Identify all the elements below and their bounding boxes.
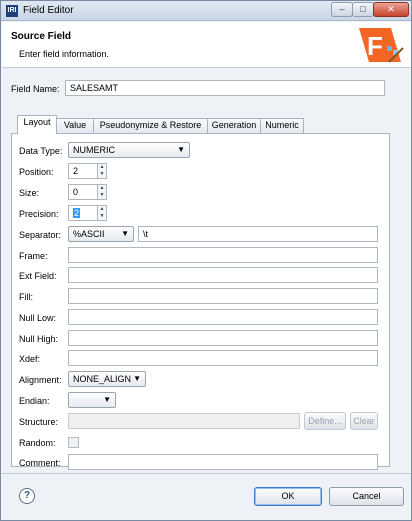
separator-value: %ASCII <box>73 229 105 239</box>
xdef-input[interactable] <box>68 350 378 366</box>
precision-label: Precision: <box>19 209 59 219</box>
precision-value: 2 <box>73 208 81 218</box>
editor-tabs: Layout Value Pseudonymize & Restore Gene… <box>11 115 401 470</box>
null-high-label: Null High: <box>19 334 59 344</box>
close-button[interactable]: ✕ <box>373 2 409 17</box>
random-checkbox[interactable] <box>68 437 79 448</box>
clear-button[interactable]: Clear <box>350 412 378 430</box>
structure-input[interactable] <box>68 413 300 429</box>
dialog-header: Source Field Enter field information. F <box>2 22 411 68</box>
spin-up-icon[interactable]: ▲ <box>98 185 106 192</box>
data-type-label: Data Type: <box>19 146 63 156</box>
tab-pseudonymize-restore[interactable]: Pseudonymize & Restore <box>93 118 208 133</box>
footer-divider <box>2 473 411 474</box>
spin-up-icon[interactable]: ▲ <box>98 164 106 171</box>
data-type-value: NUMERIC <box>73 145 115 155</box>
title-bar[interactable]: IRI Field Editor – □ ✕ <box>1 1 411 21</box>
help-icon[interactable]: ? <box>19 488 35 504</box>
cancel-button[interactable]: Cancel <box>329 487 404 506</box>
header-title: Source Field <box>11 31 72 42</box>
chevron-down-icon: ▼ <box>103 395 111 404</box>
minimize-button[interactable]: – <box>331 2 353 17</box>
null-low-input[interactable] <box>68 309 378 325</box>
position-spinner[interactable]: ▲ ▼ <box>97 163 107 179</box>
comment-input[interactable] <box>68 454 378 470</box>
size-spinner[interactable]: ▲ ▼ <box>97 184 107 200</box>
alignment-select[interactable]: NONE_ALIGN ▼ <box>68 371 146 387</box>
alignment-label: Alignment: <box>19 375 62 385</box>
endian-label: Endian: <box>19 396 50 406</box>
position-input[interactable]: 2 <box>68 163 98 179</box>
data-type-select[interactable]: NUMERIC ▼ <box>68 142 190 158</box>
layout-tab-panel: Data Type: NUMERIC ▼ Position: 2 ▲ ▼ Size… <box>11 133 390 470</box>
chevron-down-icon: ▼ <box>121 229 129 238</box>
endian-select[interactable]: ▼ <box>68 392 116 408</box>
random-label: Random: <box>19 438 56 448</box>
structure-label: Structure: <box>19 417 59 427</box>
svg-text:F: F <box>367 31 383 61</box>
null-high-input[interactable] <box>68 330 378 346</box>
separator-label: Separator: <box>19 230 62 240</box>
field-name-label: Field Name: <box>11 84 60 94</box>
field-logo-icon: F <box>359 28 404 63</box>
tab-value[interactable]: Value <box>56 118 94 133</box>
window-title: Field Editor <box>23 5 74 16</box>
precision-spinner[interactable]: ▲ ▼ <box>97 205 107 221</box>
tab-numeric[interactable]: Numeric <box>260 118 304 133</box>
size-input[interactable]: 0 <box>68 184 98 200</box>
ext-field-label: Ext Field: <box>19 271 57 281</box>
tab-generation[interactable]: Generation <box>207 118 261 133</box>
frame-label: Frame: <box>19 251 48 261</box>
alignment-value: NONE_ALIGN <box>73 374 132 384</box>
separator-text-input[interactable]: \t <box>138 226 378 242</box>
spin-up-icon[interactable]: ▲ <box>98 206 106 213</box>
chevron-down-icon: ▼ <box>177 145 185 154</box>
precision-input[interactable]: 2 <box>68 205 98 221</box>
spin-down-icon[interactable]: ▼ <box>98 171 106 178</box>
app-icon: IRI <box>6 5 18 17</box>
xdef-label: Xdef: <box>19 354 41 364</box>
spin-down-icon[interactable]: ▼ <box>98 192 106 199</box>
fill-label: Fill: <box>19 292 33 302</box>
spin-down-icon[interactable]: ▼ <box>98 213 106 220</box>
field-name-input[interactable]: SALESAMT <box>65 80 385 96</box>
comment-label: Comment: <box>19 458 61 468</box>
header-subtitle: Enter field information. <box>19 49 110 59</box>
chevron-down-icon: ▼ <box>133 374 141 383</box>
size-label: Size: <box>19 188 40 198</box>
null-low-label: Null Low: <box>19 313 57 323</box>
define-button[interactable]: Define... <box>304 412 346 430</box>
separator-select[interactable]: %ASCII ▼ <box>68 226 134 242</box>
ext-field-input[interactable] <box>68 267 378 283</box>
maximize-button[interactable]: □ <box>352 2 374 17</box>
ok-button[interactable]: OK <box>254 487 322 506</box>
tab-layout[interactable]: Layout <box>17 115 57 134</box>
position-label: Position: <box>19 167 54 177</box>
field-editor-window: IRI Field Editor – □ ✕ Source Field Ente… <box>0 0 412 521</box>
fill-input[interactable] <box>68 288 378 304</box>
frame-input[interactable] <box>68 247 378 263</box>
